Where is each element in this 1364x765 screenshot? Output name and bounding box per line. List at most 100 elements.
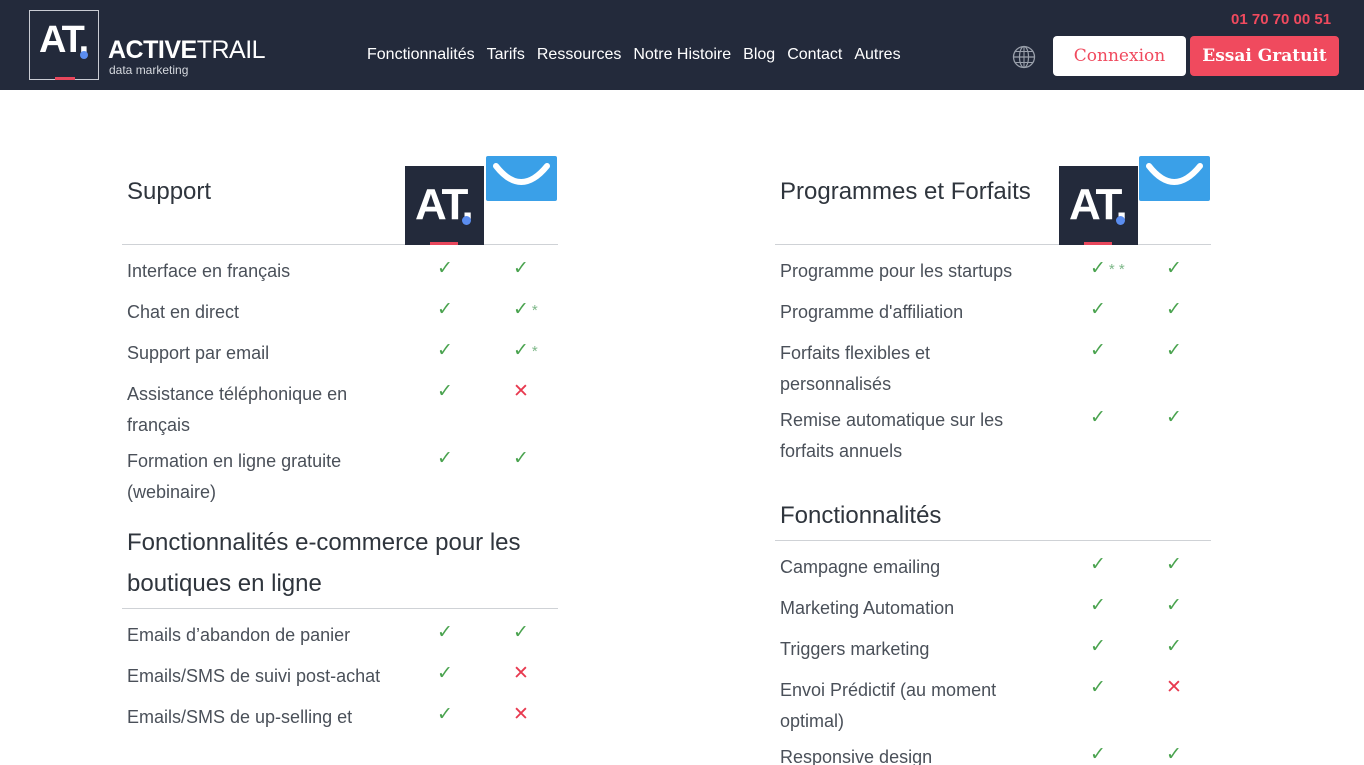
activetrail-check-icon: ✓ <box>1090 299 1106 320</box>
feature-label: Emails/SMS de suivi post-achat <box>127 666 381 686</box>
logo-dot <box>1116 216 1125 225</box>
comparison-list: Emails d’abandon de panier ✓ ✓ Emails/SMS d… <box>122 609 558 738</box>
activetrail-check-icon: ✓ <box>437 258 453 279</box>
getresponse-cross-icon: ✕ <box>513 381 529 402</box>
getresponse-check-icon: ✓ <box>513 622 529 643</box>
main-nav: Fonctionnalités Tarifs Ressources Notre … <box>367 46 901 64</box>
activetrail-column-logo: AT. <box>1059 166 1138 245</box>
getresponse-cross-icon: ✕ <box>513 704 529 725</box>
getresponse-check-icon: ✓ <box>1166 258 1182 279</box>
comparison-row: Responsive design ✓ ✓ <box>775 737 1211 765</box>
activetrail-check-icon: ✓ <box>1090 407 1106 428</box>
getresponse-cross-icon: ✕ <box>1166 677 1182 698</box>
feature-label: Remise automatique sur les forfaits annu… <box>780 410 1004 461</box>
activetrail-check-icon: ✓ * * <box>1090 258 1125 279</box>
brand-name-thin: TRAIL <box>196 36 266 64</box>
phone-number[interactable]: 01 70 70 00 51 <box>1231 11 1331 28</box>
nav-item-autres[interactable]: Autres <box>854 46 900 64</box>
brand-name-bold: ACTIVE <box>108 36 197 64</box>
section-header: Programmes et Forfaits AT. <box>775 150 1211 245</box>
comparison-row: Programme pour les startups ✓ * * ✓ <box>775 251 1211 292</box>
footnote-marker: * <box>531 302 538 319</box>
feature-label: Assistance téléphonique en français <box>127 384 348 435</box>
activetrail-check-icon: ✓ <box>437 448 453 469</box>
comparison-row: Remise automatique sur les forfaits annu… <box>775 400 1211 467</box>
top-navbar: AT. ACTIVETRAIL data marketing Fonctionn… <box>0 0 1364 90</box>
comparison-row: Formation en ligne gratuite (webinaire) ✓… <box>122 441 558 508</box>
comparison-column-left: Support AT. Interface en français ✓ ✓ Chat … <box>122 150 558 738</box>
getresponse-check-icon: ✓ <box>1166 299 1182 320</box>
getresponse-cross-icon: ✕ <box>513 663 529 684</box>
comparison-row: Triggers marketing ✓ ✓ <box>775 629 1211 670</box>
getresponse-check-icon: ✓ <box>1166 554 1182 575</box>
feature-label: Emails d’abandon de panier <box>127 625 351 645</box>
getresponse-check-icon: ✓ <box>1166 595 1182 616</box>
comparison-row: Programme d'affiliation ✓ ✓ <box>775 292 1211 333</box>
activetrail-check-icon: ✓ <box>1090 340 1106 361</box>
feature-label: Triggers marketing <box>780 639 930 659</box>
comparison-list: Campagne emailing ✓ ✓ Marketing Automation ✓… <box>775 541 1211 765</box>
comparison-row: Marketing Automation ✓ ✓ <box>775 588 1211 629</box>
comparison-row: Emails d’abandon de panier ✓ ✓ <box>122 615 558 656</box>
getresponse-check-icon: ✓ <box>1166 340 1182 361</box>
activetrail-check-icon: ✓ <box>1090 677 1106 698</box>
comparison-row: Interface en français ✓ ✓ <box>122 251 558 292</box>
feature-label: Chat en direct <box>127 302 240 322</box>
activetrail-logo[interactable]: AT. <box>29 10 99 80</box>
logo-underline <box>1084 242 1112 245</box>
feature-label: Programme pour les startups <box>780 261 1013 281</box>
feature-label: Emails/SMS de up-selling et <box>127 707 353 727</box>
comparison-row: Emails/SMS de suivi post-achat ✓ ✕ <box>122 656 558 697</box>
section-header: Support AT. <box>122 150 558 245</box>
logo-dot <box>462 216 471 225</box>
activetrail-check-icon: ✓ <box>1090 636 1106 657</box>
getresponse-check-icon: ✓ <box>513 258 529 279</box>
getresponse-check-icon: ✓ * <box>513 299 538 320</box>
activetrail-check-icon: ✓ <box>437 381 453 402</box>
globe-icon[interactable] <box>1012 45 1036 69</box>
feature-label: Support par email <box>127 343 270 363</box>
getresponse-envelope-icon <box>493 163 550 185</box>
activetrail-check-icon: ✓ <box>1090 554 1106 575</box>
getresponse-logo <box>1139 156 1210 201</box>
getresponse-check-icon: ✓ <box>513 448 529 469</box>
section-header: Fonctionnalités e-commerce pour les bout… <box>122 522 558 609</box>
brand-tagline: data marketing <box>109 63 189 77</box>
activetrail-check-icon: ✓ <box>437 704 453 725</box>
activetrail-check-icon: ✓ <box>1090 595 1106 616</box>
comparison-row: Forfaits flexibles et personnalisés ✓ ✓ <box>775 333 1211 400</box>
nav-item-blog[interactable]: Blog <box>743 46 775 64</box>
nav-item-tarifs[interactable]: Tarifs <box>487 46 525 64</box>
free-trial-button[interactable]: Essai Gratuit <box>1190 36 1339 76</box>
activetrail-check-icon: ✓ <box>437 663 453 684</box>
feature-label: Campagne emailing <box>780 557 941 577</box>
logo-underline <box>55 77 75 80</box>
footnote-marker: * <box>531 343 538 360</box>
login-button[interactable]: Connexion <box>1053 36 1186 76</box>
brand-name[interactable]: ACTIVETRAIL <box>108 36 266 64</box>
comparison-list: Programme pour les startups ✓ * * ✓ Programm… <box>775 245 1211 467</box>
section-title: Fonctionnalités <box>780 502 942 529</box>
comparison-row: Envoi Prédictif (au moment optimal) ✓ ✕ <box>775 670 1211 737</box>
activetrail-column-logo: AT. <box>405 166 484 245</box>
activetrail-check-icon: ✓ <box>437 340 453 361</box>
comparison-row: Assistance téléphonique en français ✓ ✕ <box>122 374 558 441</box>
feature-label: Forfaits flexibles et personnalisés <box>780 343 931 394</box>
comparison-row: Support par email ✓ ✓ * <box>122 333 558 374</box>
feature-label: Envoi Prédictif (au moment optimal) <box>780 680 997 731</box>
activetrail-check-icon: ✓ <box>437 299 453 320</box>
feature-label: Formation en ligne gratuite (webinaire) <box>127 451 342 502</box>
feature-label: Interface en français <box>127 261 291 281</box>
nav-item-ressources[interactable]: Ressources <box>537 46 621 64</box>
comparison-row: Emails/SMS de up-selling et ✓ ✕ <box>122 697 558 738</box>
footnote-marker: * * <box>1108 261 1125 278</box>
section-title: Fonctionnalités e-commerce pour les bout… <box>127 529 521 597</box>
nav-item-notre-histoire[interactable]: Notre Histoire <box>633 46 731 64</box>
getresponse-check-icon: ✓ <box>1166 407 1182 428</box>
getresponse-logo <box>486 156 557 201</box>
getresponse-check-icon: ✓ <box>1166 636 1182 657</box>
nav-item-fonctionnalites[interactable]: Fonctionnalités <box>367 46 475 64</box>
section-header: Fonctionnalités <box>775 491 1211 541</box>
nav-item-contact[interactable]: Contact <box>787 46 842 64</box>
comparison-column-right: Programmes et Forfaits AT. Programme pou… <box>775 150 1211 765</box>
